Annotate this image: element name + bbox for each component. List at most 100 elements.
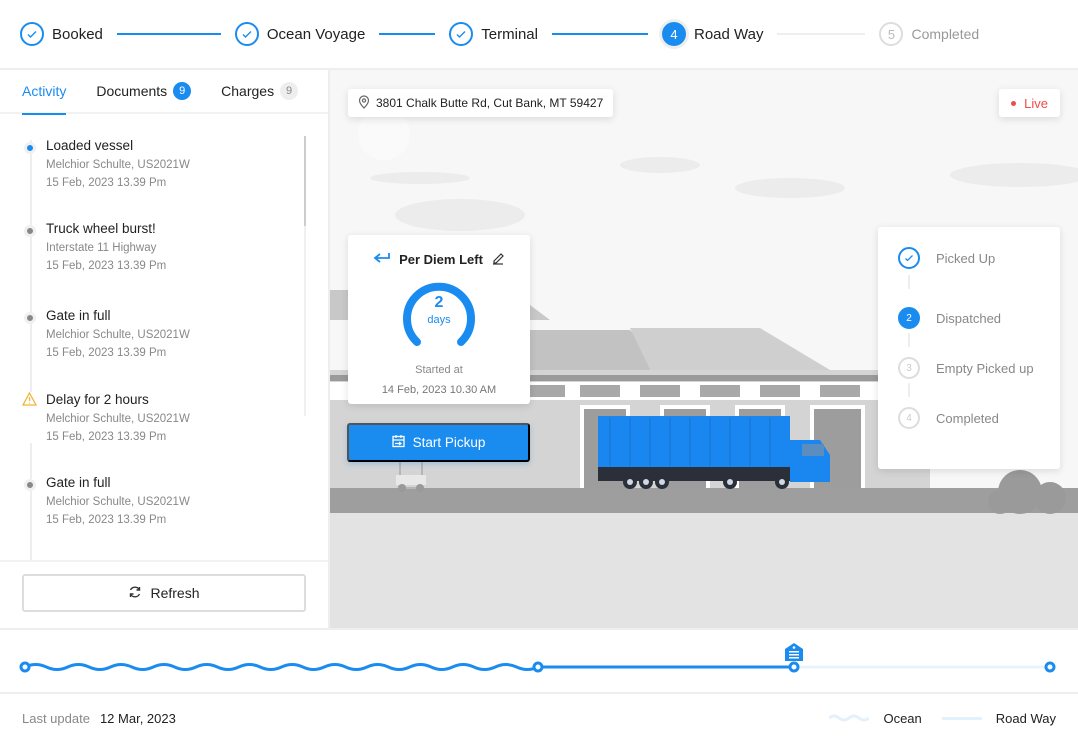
activity-time: 15 Feb, 2023 13.39 Pm xyxy=(46,431,167,443)
legend-road: Road Way xyxy=(995,710,1056,726)
live-scene: 3801 Chalk Butte Rd, Cut Bank, MT 59427 … xyxy=(330,70,1078,628)
location-pin-icon xyxy=(358,94,370,112)
started-at-date: 14 Feb, 2023 10.30 AM xyxy=(381,384,497,396)
tab-charges[interactable]: Charges 9 xyxy=(221,69,299,113)
start-pickup-button[interactable]: Start Pickup xyxy=(347,423,530,462)
live-dot-icon xyxy=(1011,100,1017,106)
step-number: 4 xyxy=(661,22,686,46)
route-progress xyxy=(0,628,1078,694)
step-label: Completed xyxy=(911,26,980,42)
start-pickup-label: Start Pickup xyxy=(412,435,486,450)
substep-connector xyxy=(908,383,910,397)
documents-count-badge: 9 xyxy=(173,82,192,100)
substep-label: Empty Picked up xyxy=(936,360,1034,376)
substep-label: Dispatched xyxy=(936,310,1002,326)
tab-activity[interactable]: Activity xyxy=(22,69,67,115)
pickup-substeps-card: Picked Up 2 Dispatched 3 Empty Picked up… xyxy=(878,227,1060,469)
substep-number: 3 xyxy=(898,357,920,379)
activity-title: Delay for 2 hours xyxy=(46,392,149,407)
dot-icon xyxy=(24,479,36,491)
substep-number: 2 xyxy=(898,307,920,329)
route-legend: Ocean Road Way xyxy=(828,694,1056,742)
live-label: Live xyxy=(1024,95,1048,111)
legend-ocean: Ocean xyxy=(883,710,922,726)
calendar-arrow-icon xyxy=(391,434,405,451)
footer: Last update 12 Mar, 2023 Ocean Road Way xyxy=(0,694,1078,742)
step-label: Booked xyxy=(52,25,103,43)
substep-empty-picked-up[interactable]: 3 Empty Picked up xyxy=(898,357,1034,379)
step-connector xyxy=(551,33,648,35)
step-booked[interactable]: Booked xyxy=(20,22,103,46)
step-terminal[interactable]: Terminal xyxy=(449,22,538,46)
dot-icon xyxy=(24,225,36,237)
per-diem-card: Per Diem Left 2 days Started at 14 Feb, … xyxy=(348,235,530,404)
tab-label: Activity xyxy=(22,83,67,99)
sidebar-tabs: Activity Documents 9 Charges 9 xyxy=(0,69,328,115)
substep-connector xyxy=(908,333,910,347)
warehouse-marker-icon xyxy=(785,643,803,661)
activity-time: 15 Feb, 2023 13.39 Pm xyxy=(46,514,167,526)
per-diem-value: 2 xyxy=(434,294,444,311)
substep-picked-up[interactable]: Picked Up xyxy=(898,247,995,269)
substep-label: Completed xyxy=(936,410,999,426)
activity-detail: Melchior Schulte, US2021W xyxy=(46,496,190,508)
substep-connector xyxy=(908,275,910,289)
refresh-button[interactable]: Refresh xyxy=(22,574,306,612)
activity-item[interactable]: Gate in full Melchior Schulte, US2021W 1… xyxy=(22,475,302,526)
activity-item[interactable]: Truck wheel burst! Interstate 11 Highway… xyxy=(22,221,302,272)
activity-title: Loaded vessel xyxy=(46,138,134,153)
route-track xyxy=(19,643,1056,673)
edit-pencil-icon[interactable] xyxy=(491,251,505,268)
current-node xyxy=(788,661,800,673)
check-icon xyxy=(20,22,44,46)
return-arrow-icon[interactable] xyxy=(373,252,391,267)
origin-node xyxy=(19,661,31,673)
step-number: 5 xyxy=(879,22,904,46)
substep-dispatched[interactable]: 2 Dispatched xyxy=(898,307,1001,329)
activity-detail: Interstate 11 Highway xyxy=(46,242,157,254)
activity-timeline: Loaded vessel Melchior Schulte, US2021W … xyxy=(0,130,330,560)
step-completed[interactable]: 5 Completed xyxy=(879,22,979,46)
last-update-value: 12 Mar, 2023 xyxy=(99,710,176,726)
step-label: Terminal xyxy=(481,25,538,43)
scrollbar-thumb[interactable] xyxy=(304,136,306,226)
tab-label: Documents xyxy=(96,83,168,99)
activity-item[interactable]: Delay for 2 hours Melchior Schulte, US20… xyxy=(21,391,302,443)
activity-title: Gate in full xyxy=(46,308,111,323)
step-connector xyxy=(777,33,866,35)
activity-time: 15 Feb, 2023 13.39 Pm xyxy=(46,347,167,359)
activity-item[interactable]: Gate in full Melchior Schulte, US2021W 1… xyxy=(22,308,302,359)
activity-item[interactable]: Loaded vessel Melchior Schulte, US2021W … xyxy=(22,138,302,189)
per-diem-gauge: 2 days xyxy=(399,276,479,356)
step-road-way[interactable]: 4 Road Way xyxy=(661,22,763,46)
substep-number: 4 xyxy=(898,407,920,429)
step-ocean-voyage[interactable]: Ocean Voyage xyxy=(234,22,366,46)
tab-label: Charges xyxy=(221,83,275,99)
warning-icon xyxy=(21,391,38,409)
ocean-route-line xyxy=(24,663,539,671)
check-icon xyxy=(234,22,259,46)
step-connector xyxy=(379,33,436,35)
substep-completed[interactable]: 4 Completed xyxy=(898,407,999,429)
activity-title: Gate in full xyxy=(46,475,111,490)
activity-sidebar: Activity Documents 9 Charges 9 Loaded vess… xyxy=(0,70,330,628)
per-diem-unit: days xyxy=(427,314,451,326)
tab-documents[interactable]: Documents 9 xyxy=(96,69,192,113)
charges-count-badge: 9 xyxy=(280,82,299,100)
step-label: Ocean Voyage xyxy=(266,25,366,43)
check-icon xyxy=(449,22,474,46)
step-connector xyxy=(116,33,221,35)
scrollbar-track[interactable] xyxy=(304,226,306,416)
substep-label: Picked Up xyxy=(936,250,996,266)
destination-node xyxy=(1044,661,1056,673)
address-text: 3801 Chalk Butte Rd, Cut Bank, MT 59427 xyxy=(376,96,604,110)
live-badge[interactable]: Live xyxy=(999,89,1060,117)
activity-detail: Melchior Schulte, US2021W xyxy=(46,413,190,425)
check-icon xyxy=(898,247,920,269)
started-at-label: Started at xyxy=(415,364,463,376)
address-chip[interactable]: 3801 Chalk Butte Rd, Cut Bank, MT 59427 xyxy=(348,89,614,117)
shipment-stepper: Booked Ocean Voyage Terminal 4 Road Way … xyxy=(0,0,1078,70)
road-line-icon xyxy=(941,716,982,720)
activity-detail: Melchior Schulte, US2021W xyxy=(46,329,190,341)
current-dot-icon xyxy=(24,142,36,154)
